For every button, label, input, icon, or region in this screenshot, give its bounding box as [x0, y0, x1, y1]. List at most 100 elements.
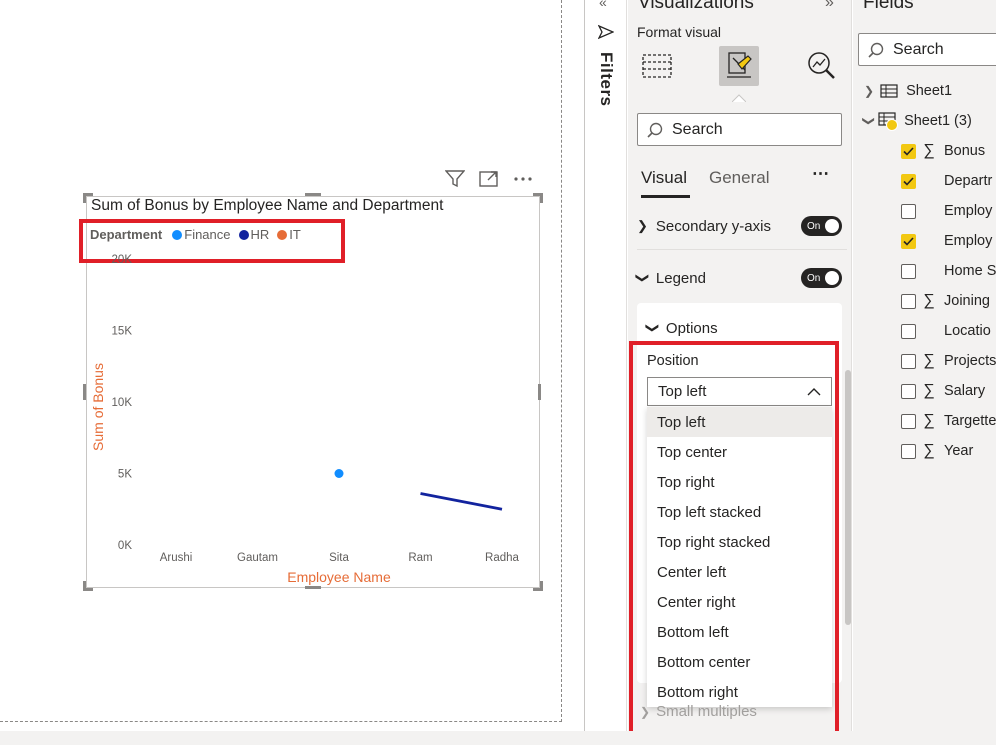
more-options-icon[interactable]: ⋯ [812, 164, 829, 184]
format-search-placeholder: Search [672, 120, 723, 138]
field-checkbox[interactable] [901, 443, 916, 459]
table-label: Sheet1 [906, 83, 953, 99]
legend-section-label: Legend [655, 269, 706, 287]
position-option-top-left[interactable]: Top left [647, 407, 832, 437]
field-label: Departr [944, 173, 993, 189]
field-label: Year [944, 443, 974, 459]
field-row[interactable]: ∑ Year [901, 439, 973, 463]
fields-search-input[interactable]: Search [858, 33, 996, 66]
position-option-center-left[interactable]: Center left [647, 557, 832, 587]
chart-legend: Department Finance HR IT [90, 227, 305, 242]
secondary-y-axis-toggle[interactable]: On [801, 216, 842, 236]
more-options-icon[interactable] [512, 168, 534, 190]
field-checkbox[interactable] [901, 323, 916, 339]
options-section[interactable]: ❯ Options [645, 314, 837, 342]
position-dropdown[interactable]: Top left [647, 377, 832, 406]
pane-scrollbar[interactable] [845, 370, 851, 625]
collapse-chevron-icon[interactable]: « [599, 0, 607, 10]
position-option-top-center[interactable]: Top center [647, 437, 832, 467]
field-label: Salary [944, 383, 986, 399]
y-tick-label: 15K [112, 326, 133, 338]
format-paintbrush-icon[interactable] [719, 46, 759, 86]
filters-label[interactable]: Filters [596, 52, 616, 107]
field-label: Joining [944, 293, 990, 309]
toggle-knob [825, 219, 839, 233]
field-row[interactable]: ∑ Projects [901, 349, 996, 373]
field-row[interactable]: Employ [901, 199, 992, 223]
field-checkbox[interactable] [901, 353, 916, 369]
filter-icon[interactable] [444, 168, 466, 190]
legend-label-hr: HR [250, 227, 270, 242]
visual-header-toolbar [440, 168, 540, 190]
position-option-bottom-center[interactable]: Bottom center [647, 647, 832, 677]
collapse-pane-icon[interactable]: » [825, 0, 834, 12]
legend-label-finance: Finance [184, 227, 231, 242]
field-label: Bonus [944, 143, 986, 159]
field-row[interactable]: ∑ Targette [901, 409, 996, 433]
legend-marker-hr [238, 229, 249, 240]
legend-title: Department [90, 227, 163, 242]
fields-title: Fields [863, 0, 914, 13]
format-search-input[interactable]: Search [637, 113, 842, 146]
build-visual-icon[interactable] [637, 46, 677, 86]
search-icon [868, 42, 884, 58]
resize-corner-tl[interactable] [83, 193, 93, 203]
field-checkbox[interactable] [901, 173, 916, 189]
table-sheet1-3[interactable]: ❯ Sheet1 (3) [862, 109, 972, 133]
field-row[interactable]: Home S [901, 259, 996, 283]
table-sheet1[interactable]: ❯ Sheet1 [864, 79, 952, 103]
y-tick-label: 20K [112, 254, 133, 266]
field-row[interactable]: Locatio [901, 319, 991, 343]
field-label: Targette [944, 413, 996, 429]
secondary-y-axis-label: Secondary y-axis [655, 217, 771, 235]
data-point-finance [334, 469, 344, 478]
field-row[interactable]: ∑ Salary [901, 379, 985, 403]
analytics-magnifier-icon[interactable] [801, 46, 841, 86]
field-row[interactable]: Employ [901, 229, 992, 253]
position-option-bottom-left[interactable]: Bottom left [647, 617, 832, 647]
field-checkbox[interactable] [901, 293, 916, 309]
bottom-bar [0, 731, 996, 745]
chevron-right-icon: ❯ [637, 218, 648, 233]
sigma-icon: ∑ [923, 442, 935, 459]
toggle-knob [825, 271, 839, 285]
active-tab-underline [641, 195, 690, 198]
legend-item-hr[interactable]: HR [238, 227, 270, 242]
legend-marker-it [277, 229, 288, 240]
position-option-top-left-stacked[interactable]: Top left stacked [647, 497, 832, 527]
field-checkbox[interactable] [901, 233, 916, 249]
secondary-y-axis-section[interactable]: ❯ Secondary y-axis On [637, 212, 842, 240]
y-tick-label: 0K [118, 540, 132, 552]
chevron-down-icon: ❯ [645, 322, 661, 334]
field-checkbox[interactable] [901, 413, 916, 429]
tab-visual[interactable]: Visual [641, 168, 687, 188]
chevron-down-icon: ❯ [635, 272, 651, 284]
chart-plot-area: 0K 5K 10K 15K 20K Arushi Gautam Sita Ram Radha Emp… [90, 254, 520, 585]
position-option-center-right[interactable]: Center right [647, 587, 832, 617]
legend-item-finance[interactable]: Finance [172, 227, 231, 242]
field-checkbox[interactable] [901, 203, 916, 219]
legend-toggle[interactable]: On [801, 268, 842, 288]
legend-item-it[interactable]: IT [277, 227, 301, 242]
position-option-top-right-stacked[interactable]: Top right stacked [647, 527, 832, 557]
field-checkbox[interactable] [901, 143, 916, 159]
field-row[interactable]: ∑ Bonus [901, 139, 985, 163]
y-tick-label: 5K [118, 469, 132, 481]
position-option-top-right[interactable]: Top right [647, 467, 832, 497]
in-use-badge [886, 119, 899, 131]
field-row[interactable]: Departr [901, 169, 992, 193]
field-checkbox[interactable] [901, 263, 916, 279]
focus-mode-icon[interactable] [478, 168, 500, 190]
legend-section[interactable]: ❯ Legend On [635, 264, 842, 292]
resize-corner-tr[interactable] [533, 193, 543, 203]
field-checkbox[interactable] [901, 383, 916, 399]
small-multiples-section[interactable]: ❯ Small multiples [640, 703, 757, 720]
tab-general[interactable]: General [709, 168, 769, 188]
filters-pane-collapsed[interactable]: « [585, 0, 627, 731]
x-tick-label: Arushi [160, 552, 193, 564]
sigma-icon: ∑ [923, 352, 935, 369]
resize-handle-top[interactable] [305, 193, 321, 196]
options-label: Options [665, 319, 718, 337]
field-row[interactable]: ∑ Joining [901, 289, 990, 313]
page-boundary-right [561, 0, 562, 722]
